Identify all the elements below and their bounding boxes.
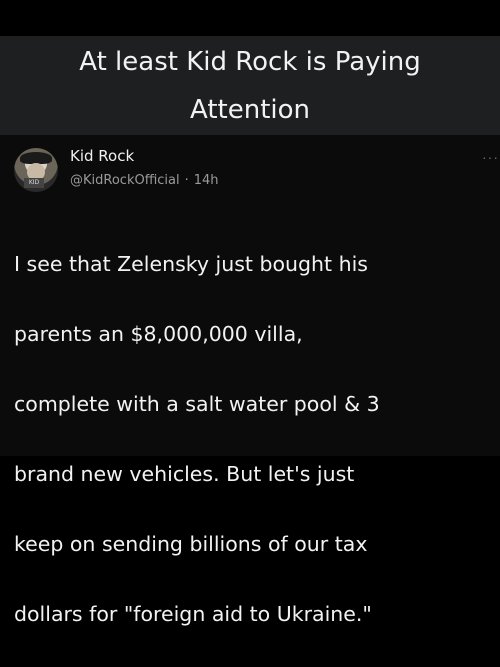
timestamp[interactable]: 14h (194, 173, 219, 188)
more-dots-icon[interactable]: ··· (482, 150, 499, 164)
avatar-badge-text: KID (24, 178, 44, 188)
tweet-text-line: complete with a salt water pool & 3 (14, 392, 380, 416)
user-handle[interactable]: @KidRockOfficial (70, 173, 180, 188)
tweet-text-line: brand new vehicles. But let's just (14, 462, 355, 486)
avatar[interactable]: KID (14, 148, 58, 192)
meta-separator: · (184, 173, 189, 188)
caption-line-1: At least Kid Rock is Paying (79, 47, 421, 77)
tweet-text-line: parents an $8,000,000 villa, (14, 322, 303, 346)
tweet-text-line: keep on sending billions of our tax (14, 532, 368, 556)
tweet-text-line: I see that Zelensky just bought his (14, 252, 368, 276)
caption-line-2: Attention (190, 95, 310, 125)
display-name[interactable]: Kid Rock (70, 146, 134, 166)
tweet-meta: @KidRockOfficial · 14h (70, 172, 219, 190)
tweet-text-line: dollars for "foreign aid to Ukraine." (14, 602, 372, 626)
meme-caption: At least Kid Rock is Paying Attention (0, 38, 500, 134)
tweet-text: I see that Zelensky just bought his pare… (14, 212, 494, 667)
